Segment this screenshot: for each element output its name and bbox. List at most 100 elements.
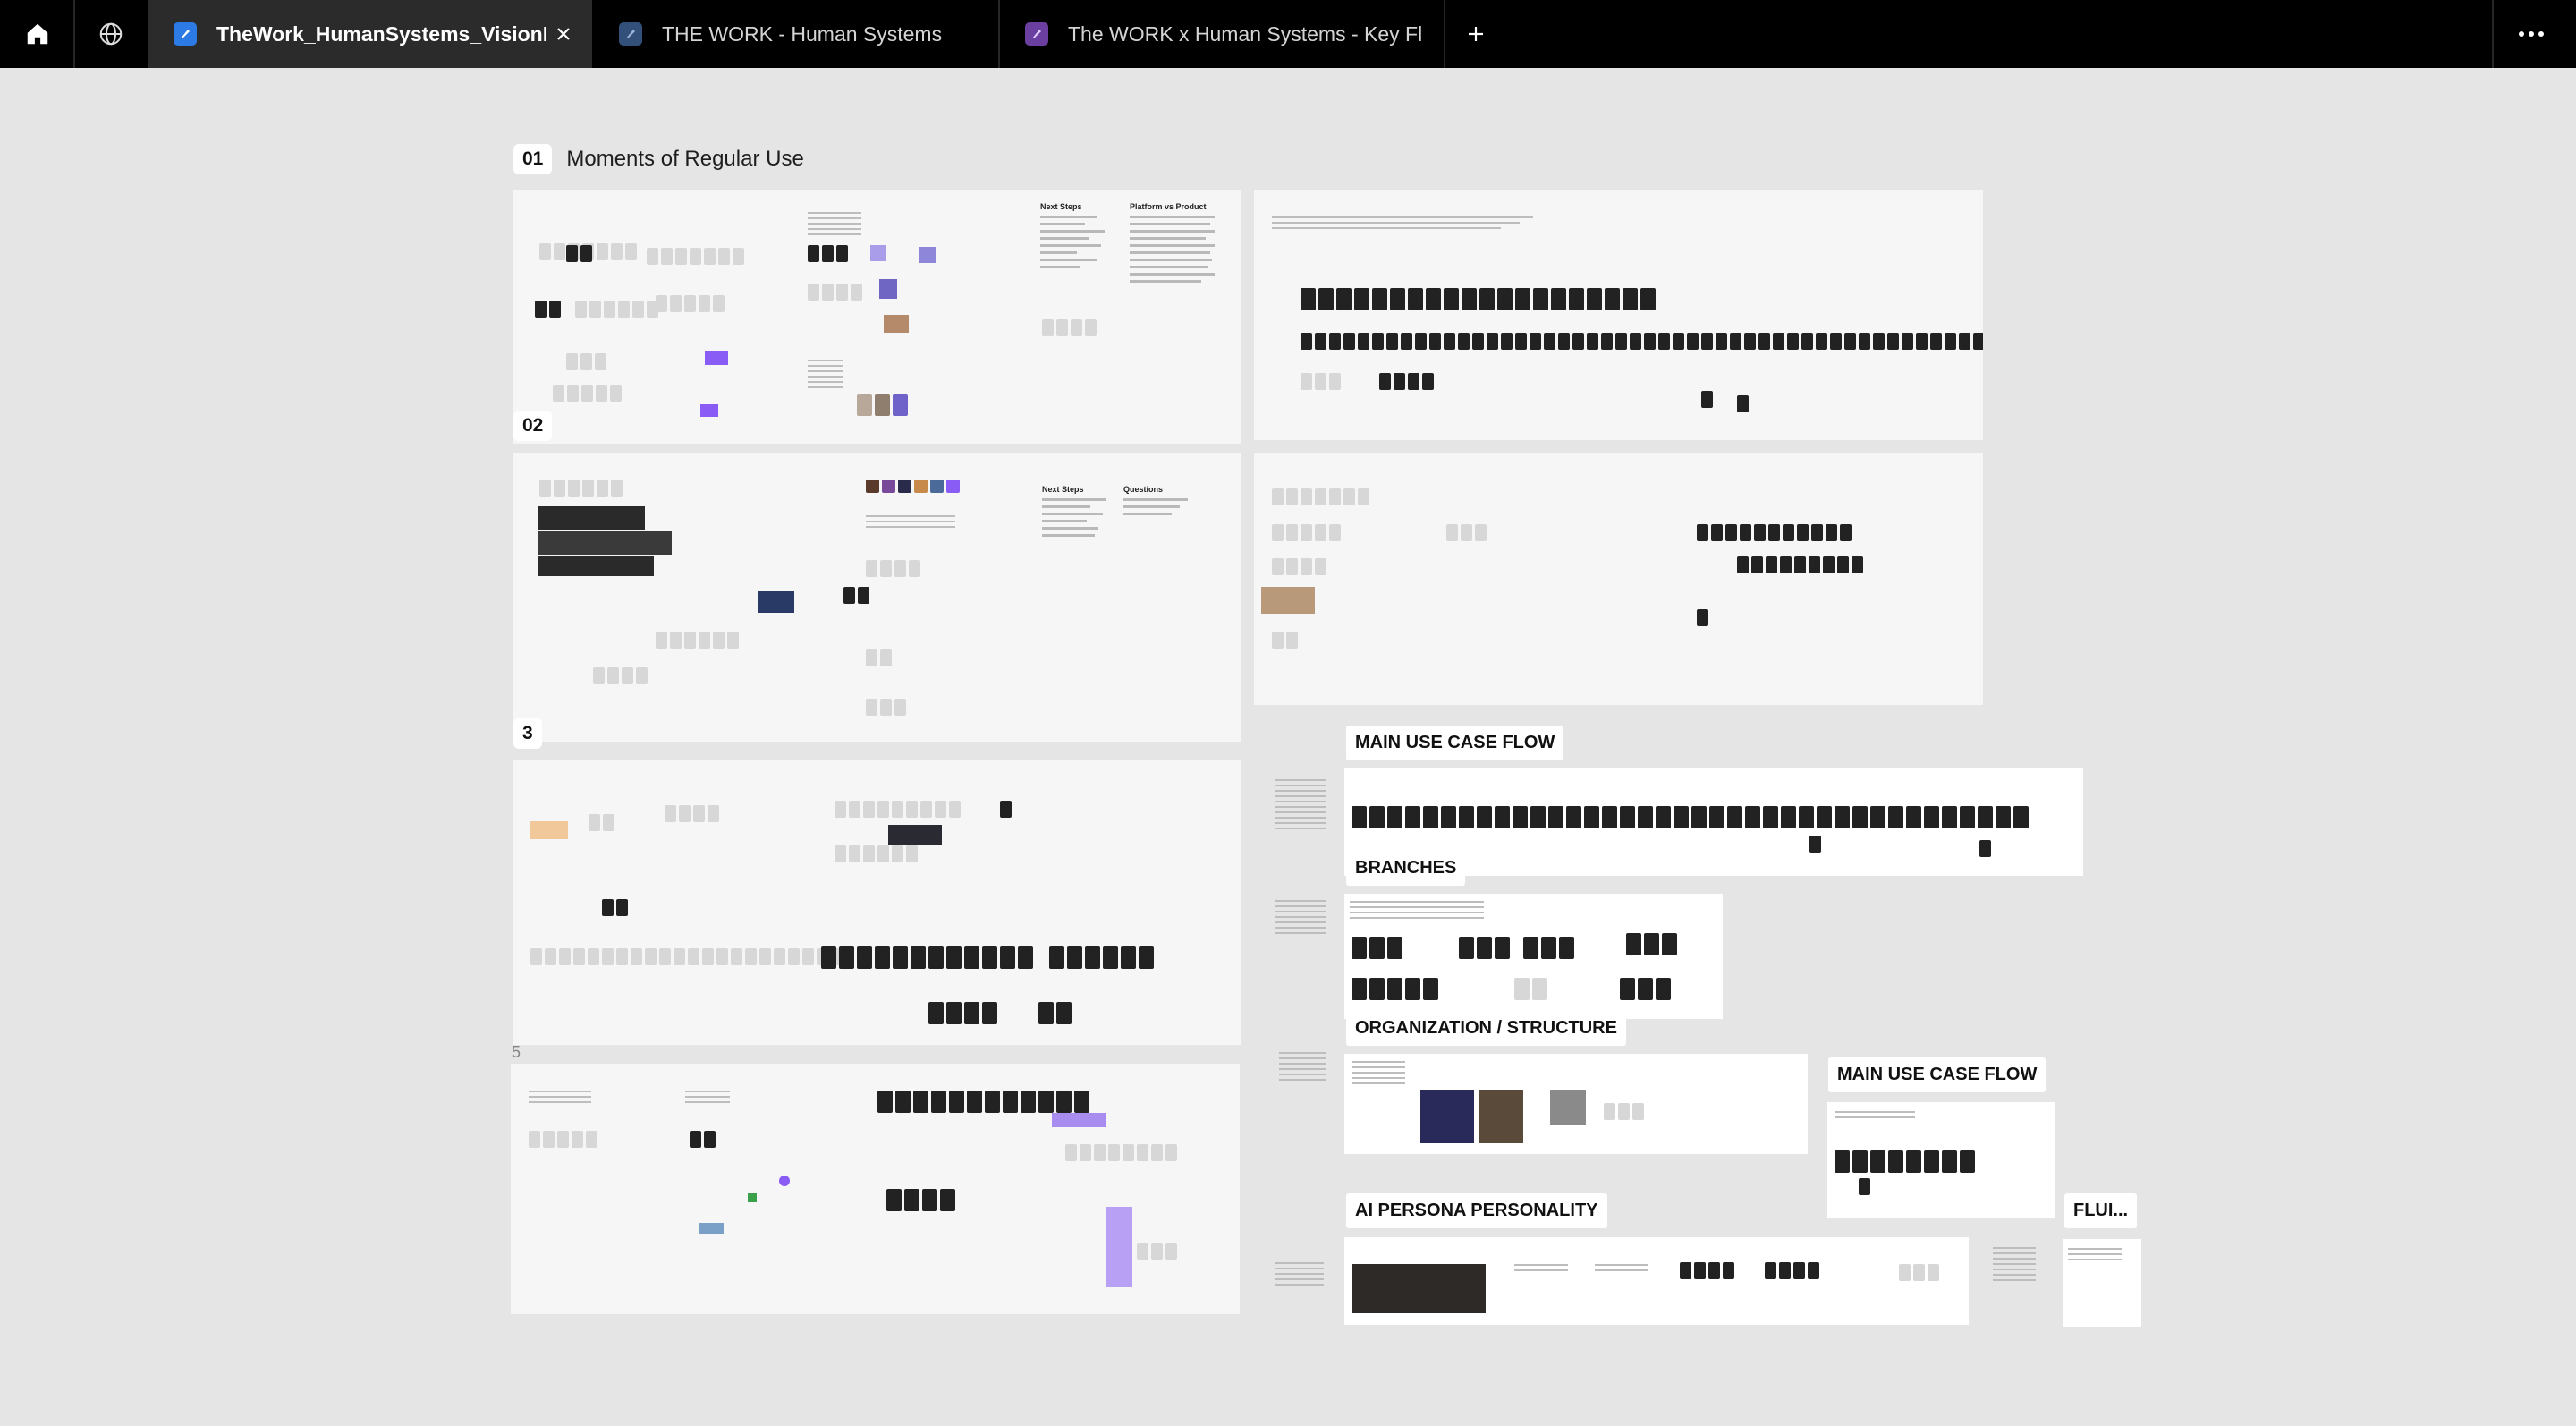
- sticky-cluster: [1137, 1243, 1177, 1260]
- board-frame-3[interactable]: [513, 760, 1241, 1045]
- screen-flow: [1979, 840, 1991, 857]
- notes-cluster: [1835, 1111, 1915, 1122]
- screen-flow: [1620, 978, 1671, 1000]
- image-grid: [1550, 1090, 1586, 1125]
- sticky-cluster: [647, 248, 744, 265]
- image-collage: [1261, 587, 1315, 614]
- sticky-cluster: [1065, 1144, 1177, 1161]
- screen-flow: [821, 946, 1033, 969]
- image-grid: [538, 556, 654, 576]
- new-tab-button[interactable]: [1440, 0, 1512, 68]
- home-button[interactable]: [2, 0, 73, 68]
- screen-cluster: [535, 301, 561, 318]
- notes-next-steps: Next Steps: [1040, 202, 1121, 268]
- purple-dot: [779, 1176, 790, 1186]
- notes-cluster: [685, 1091, 730, 1107]
- section-header-02[interactable]: 02: [513, 411, 553, 441]
- more-menu-button[interactable]: [2496, 0, 2567, 68]
- globe-button[interactable]: [75, 0, 147, 68]
- board-frame-flows-b[interactable]: [1254, 453, 1983, 705]
- sticky-cluster: [866, 699, 906, 716]
- board-frame-flui[interactable]: [2063, 1239, 2141, 1327]
- sticky-cluster: [808, 284, 862, 301]
- notes-questions: Questions: [1123, 485, 1204, 515]
- notes-platform-vs-product: Platform vs Product: [1130, 202, 1219, 283]
- section-header-5[interactable]: 5: [512, 1043, 521, 1062]
- screen-flow: [1301, 373, 1341, 390]
- screen-flow: [1514, 978, 1547, 1000]
- notes-cluster: [808, 360, 843, 392]
- screen-flow: [1737, 556, 1863, 573]
- screen-flow: [1352, 937, 1402, 959]
- frame-title-ai-persona-personality[interactable]: AI PERSONA PERSONALITY: [1346, 1193, 1607, 1228]
- frame-title-organization-structure[interactable]: ORGANIZATION / STRUCTURE: [1346, 1011, 1626, 1046]
- board-frame-2[interactable]: Next Steps Questions: [513, 453, 1241, 742]
- annotation-notes: [1275, 900, 1326, 938]
- screen-flow: [877, 1091, 1089, 1113]
- section-header-01[interactable]: 01 Moments of Regular Use: [513, 144, 804, 174]
- plus-icon: [1469, 27, 1483, 41]
- screen-flow: [1765, 1262, 1819, 1279]
- image-thumb: [870, 245, 886, 261]
- notes-cluster: [1514, 1264, 1568, 1275]
- section-number-badge: 02: [513, 411, 553, 441]
- purple-sticky: [1052, 1113, 1106, 1127]
- section-header-3[interactable]: 3: [513, 718, 542, 749]
- board-frame-1[interactable]: Next Steps Platform vs Product: [513, 190, 1241, 444]
- screen-flow: [1523, 937, 1574, 959]
- sticky-cluster: [589, 814, 614, 831]
- board-frame-organization-structure[interactable]: [1344, 1054, 1808, 1154]
- screen-flow: [1697, 524, 1852, 541]
- sticky-cluster: [665, 805, 719, 822]
- tab-visionexploration[interactable]: TheWork_HumanSystems_VisionExploration: [148, 0, 592, 68]
- notes-cluster: [1350, 901, 1484, 922]
- frame-title-flui[interactable]: FLUI...: [2064, 1193, 2138, 1228]
- screen-flow: [1379, 373, 1434, 390]
- board-frame-ai-persona-personality[interactable]: [1344, 1237, 1969, 1325]
- screen-flow: [1809, 836, 1821, 853]
- board-frame-branches[interactable]: [1344, 894, 1723, 1019]
- tab-the-work-human-systems[interactable]: THE WORK - Human Systems: [594, 0, 998, 68]
- board-frame-5[interactable]: [511, 1064, 1240, 1314]
- globe-icon: [99, 22, 123, 46]
- notes-cluster: [808, 212, 861, 239]
- frame-title-main-use-case-flow-2[interactable]: MAIN USE CASE FLOW: [1828, 1057, 2046, 1092]
- frame-title-branches[interactable]: BRANCHES: [1346, 851, 1466, 886]
- image-grid: [538, 531, 672, 555]
- home-icon: [27, 23, 48, 45]
- screen-flow: [1049, 946, 1154, 969]
- screen-flow: [1680, 1262, 1734, 1279]
- sticky-cluster: [866, 560, 920, 577]
- figjam-icon: [174, 22, 197, 46]
- image-strip: [857, 394, 908, 416]
- sticky-cluster: [1446, 524, 1487, 541]
- screen-flow: [1835, 1150, 1975, 1173]
- screen-flow: [1737, 395, 1749, 412]
- sticky-cluster: [575, 301, 658, 318]
- screen-cluster: [1000, 801, 1012, 818]
- sticky-cluster: [529, 1131, 597, 1148]
- notes-cluster: [529, 1091, 591, 1107]
- screen-flow: [1038, 1002, 1072, 1024]
- image-strip: [866, 480, 960, 493]
- screen-flow: [530, 948, 843, 965]
- whiteboard-canvas[interactable]: 01 Moments of Regular Use Next Steps Pla…: [0, 68, 2576, 1426]
- section-number-badge: 01: [513, 144, 553, 174]
- sticky-cluster: [1272, 488, 1369, 505]
- tab-key-flows[interactable]: The WORK x Human Systems - Key Flows: [1000, 0, 1444, 68]
- sticky-cluster: [1042, 319, 1097, 336]
- note-heading: Next Steps: [1040, 202, 1082, 211]
- sticky-cluster: [866, 649, 892, 666]
- close-tab-icon[interactable]: [546, 16, 581, 52]
- image-thumb: [758, 591, 794, 613]
- screen-flow: [1459, 937, 1510, 959]
- screen-flow: [1301, 333, 1983, 350]
- image-grid: [1479, 1090, 1523, 1143]
- frame-title-main-use-case-flow[interactable]: MAIN USE CASE FLOW: [1346, 726, 1564, 760]
- tab-label: The WORK x Human Systems - Key Flows: [1068, 21, 1422, 46]
- board-frame-main-use-case-flow-2[interactable]: [1827, 1102, 2055, 1218]
- screen-flow: [1697, 609, 1708, 626]
- sticky-cluster: [1604, 1103, 1644, 1120]
- figma-slides-icon: [1025, 22, 1048, 46]
- board-frame-flows-a[interactable]: [1254, 190, 1983, 440]
